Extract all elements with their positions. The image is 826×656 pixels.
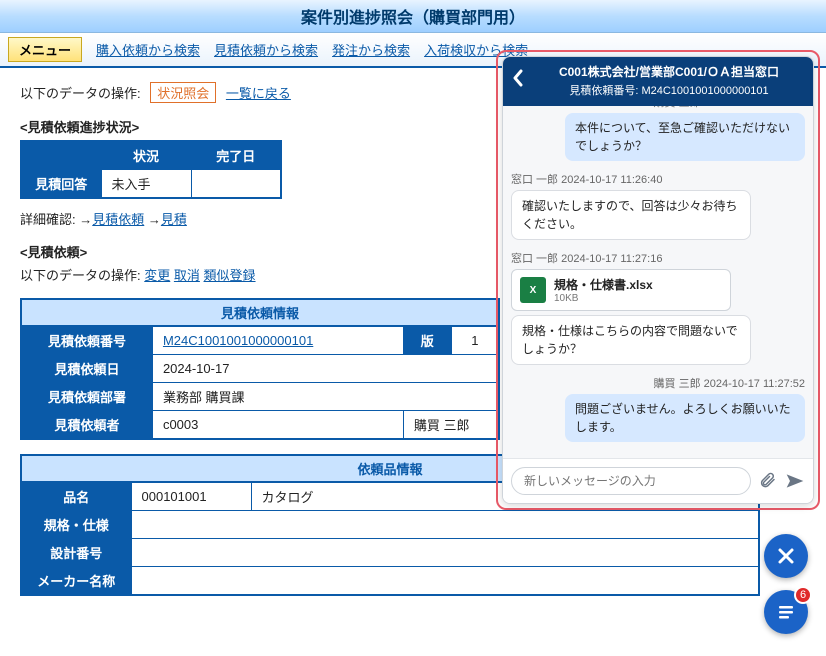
fab-close[interactable] (764, 534, 808, 578)
label-req-person: 見積依頼者 (21, 411, 152, 440)
info-table: 見積依頼番号 M24C1001001000000101 版 1 見積依頼日 20… (20, 325, 500, 440)
info-caption: 見積依頼情報 (20, 298, 500, 325)
chat-panel: C001株式会社/営業部C001/ＯＡ担当窓口 見積依頼番号: M24C1001… (502, 56, 814, 504)
link-estimate[interactable]: 見積 (161, 212, 187, 227)
chat-bubble: 確認いたしますので、回答は少々お待ちください。 (511, 190, 751, 240)
chat-input[interactable] (511, 467, 751, 495)
nav-link-estimate[interactable]: 見積依頼から検索 (214, 40, 318, 59)
file-name: 規格・仕様書.xlsx (554, 276, 653, 293)
chat-bubble: 本件について、至急ご確認いただけないでしょうか？ (565, 113, 805, 161)
label-req-date: 見積依頼日 (21, 355, 152, 383)
fab-messages[interactable]: 6 (764, 590, 808, 634)
label-spec: 規格・仕様 (21, 511, 131, 539)
label-maker: メーカー名称 (21, 567, 131, 596)
send-icon (785, 472, 805, 490)
value-design (131, 539, 759, 567)
arrow-icon: → (148, 212, 161, 227)
value-maker (131, 567, 759, 596)
request-op-prefix: 以下のデータの操作: (20, 268, 141, 283)
chat-message: 窓口 一郎 2024-10-17 11:26:40 確認いたしますので、回答は少々… (511, 171, 805, 240)
detail-label: 詳細確認: (20, 212, 76, 227)
operation-prefix: 以下のデータの操作: (20, 86, 141, 101)
value-item-code: 000101001 (131, 482, 251, 511)
value-version: 1 (451, 326, 499, 355)
chevron-left-icon (511, 69, 525, 87)
send-button[interactable] (785, 472, 805, 490)
value-req-person-code: c0003 (152, 411, 403, 440)
menu-button[interactable]: メニュー (8, 37, 82, 62)
chat-body[interactable]: 購買 三郎 2024-10-17 11:25:49 本件について、至急ご確認いただ… (503, 106, 813, 458)
col-status: 状況 (101, 141, 191, 170)
chat-back-button[interactable] (511, 63, 533, 90)
current-operation: 状況照会 (150, 82, 216, 103)
chat-header: C001株式会社/営業部C001/ＯＡ担当窓口 見積依頼番号: M24C1001… (503, 57, 813, 106)
paperclip-icon (759, 472, 777, 490)
chat-message: 購買 三郎 2024-10-17 11:25:49 本件について、至急ご確認いただ… (511, 106, 805, 161)
list-icon (776, 602, 796, 622)
link-estimate-request[interactable]: 見積依頼 (92, 212, 144, 227)
arrow-icon: → (79, 212, 92, 227)
nav-link-order[interactable]: 発注から検索 (332, 40, 410, 59)
chat-bubble: 問題ございません。よろしくお願いいたします。 (565, 394, 805, 442)
chat-title: C001株式会社/営業部C001/ＯＡ担当窓口 (533, 63, 805, 80)
value-spec (131, 511, 759, 539)
chat-message-meta: 窓口 一郎 2024-10-17 11:27:16 (511, 250, 805, 266)
chat-input-row (503, 458, 813, 503)
label-version: 版 (403, 326, 451, 355)
cell-status: 未入手 (101, 170, 191, 199)
rowhead-estimate-reply: 見積回答 (21, 170, 101, 199)
chat-message: 購買 三郎 2024-10-17 11:27:52 問題ございません。よろしくお願… (511, 375, 805, 442)
link-change[interactable]: 変更 (144, 268, 170, 283)
link-req-number[interactable]: M24C1001001000000101 (163, 333, 313, 348)
chat-message-meta: 窓口 一郎 2024-10-17 11:26:40 (511, 171, 805, 187)
nav-link-purchase[interactable]: 購入依頼から検索 (96, 40, 200, 59)
file-size: 10KB (554, 293, 653, 304)
cell-done (191, 170, 281, 199)
page-title: 案件別進捗照会（購買部門用） (0, 0, 826, 33)
label-item-name: 品名 (21, 482, 131, 511)
chat-bubble: 規格・仕様はこちらの内容で問題ないでしょうか？ (511, 315, 751, 365)
progress-table: 状況 完了日 見積回答 未入手 (20, 140, 282, 199)
excel-icon: X (520, 277, 546, 303)
label-design: 設計番号 (21, 539, 131, 567)
close-icon (776, 546, 796, 566)
link-similar[interactable]: 類似登録 (204, 268, 256, 283)
fab-badge: 6 (794, 586, 812, 604)
label-req-dept: 見積依頼部署 (21, 383, 152, 411)
value-req-dept: 業務部 購買課 (152, 383, 499, 411)
attach-button[interactable] (759, 472, 777, 490)
chat-subtitle: 見積依頼番号: M24C1001001000000101 (533, 82, 805, 98)
chat-message-meta: 購買 三郎 2024-10-17 11:27:52 (511, 375, 805, 391)
col-done: 完了日 (191, 141, 281, 170)
back-to-list-link[interactable]: 一覧に戻る (226, 86, 291, 101)
chat-highlight-outline: C001株式会社/営業部C001/ＯＡ担当窓口 見積依頼番号: M24C1001… (496, 50, 820, 510)
chat-message-meta: 購買 三郎 2024-10-17 11:25:49 (511, 106, 805, 110)
value-req-person-name: 購買 三郎 (403, 411, 499, 440)
file-attachment[interactable]: X 規格・仕様書.xlsx10KB (511, 269, 731, 311)
chat-message: 窓口 一郎 2024-10-17 11:27:16 X 規格・仕様書.xlsx10K… (511, 250, 805, 365)
link-cancel[interactable]: 取消 (174, 268, 200, 283)
value-req-date: 2024-10-17 (152, 355, 499, 383)
label-req-number: 見積依頼番号 (21, 326, 152, 355)
